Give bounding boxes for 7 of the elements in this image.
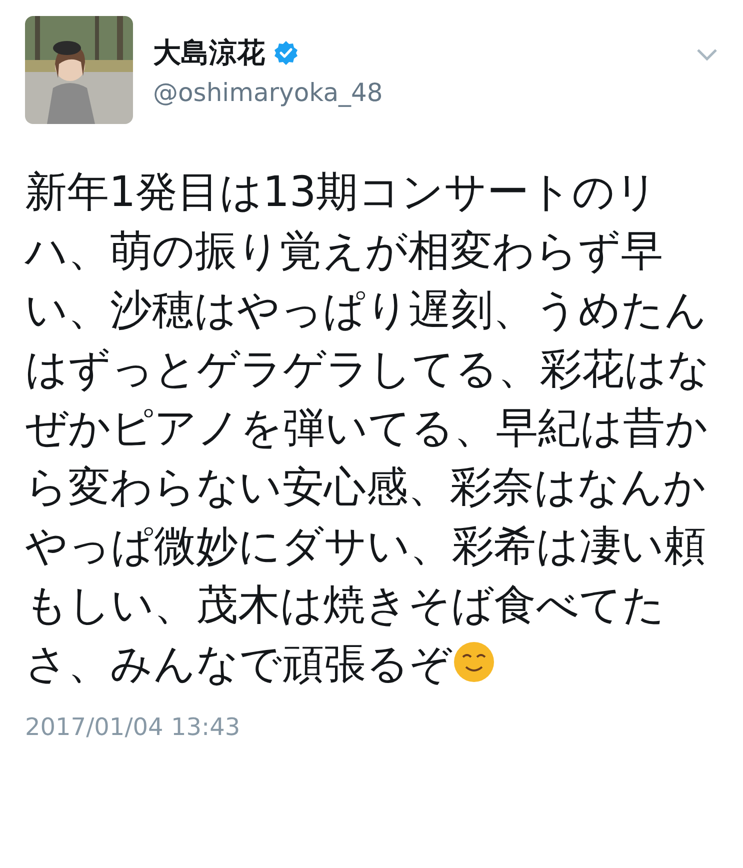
timestamp: 2017/01/04 13:43 [24, 712, 242, 743]
tweet-text: 新年1発目は13期コンサートのリハ、萌の振り覚えが相変わらず早い、沙穂はやっぱり遅刻、うめたんはずっとゲラゲラしてる、彩花はなぜかピアノを弾いてる、早紀は昔から変わらない安心感、彩奈はなんかやっぱ微妙にダサい、彩希は凄い頼もしい、茂木は焼きそば食べてた [25, 167, 710, 629]
caret-icon[interactable] [696, 48, 718, 62]
user-handle[interactable]: @oshimaryoka_48 [153, 78, 676, 106]
user-name[interactable]: 大島涼花 [153, 34, 265, 72]
smiling-face-icon [452, 640, 496, 684]
tweet-text: さ、みんなで頑張るぞ [25, 639, 452, 688]
